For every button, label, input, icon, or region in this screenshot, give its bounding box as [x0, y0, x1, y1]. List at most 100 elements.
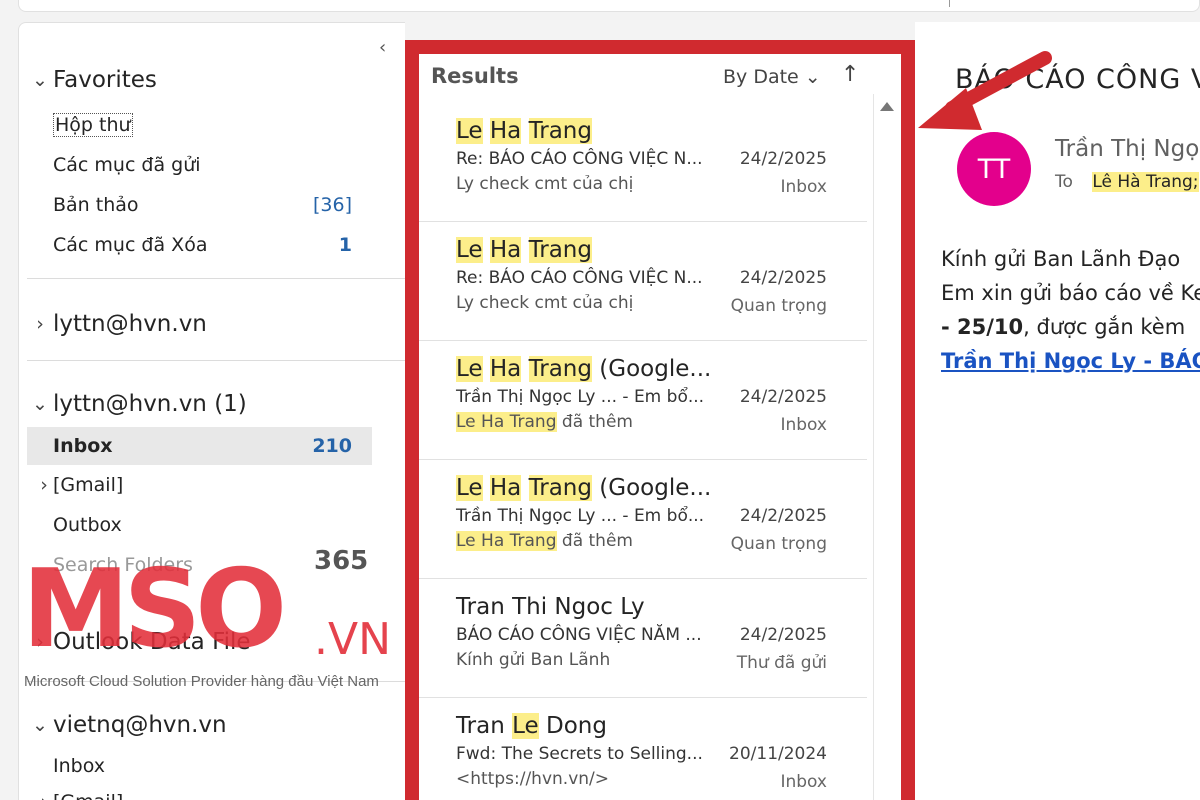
- chevron-down-icon: ⌄: [32, 714, 48, 736]
- folder-count: [36]: [312, 194, 352, 216]
- mail-subject: Fwd: The Secrets to Selling...: [456, 744, 703, 764]
- chevron-right-icon: ›: [35, 791, 53, 800]
- body-line: Kính gửi Ban Lãnh Đạo: [941, 247, 1181, 271]
- folder-cac-muc-da-gui[interactable]: Các mục đã gửi: [27, 146, 372, 184]
- mail-date: 24/2/2025: [739, 387, 827, 407]
- favorites-title: Favorites: [53, 67, 157, 93]
- annotation-arrow-icon: [918, 51, 1052, 130]
- chevron-right-icon: ›: [40, 474, 48, 496]
- account-header-3[interactable]: ⌄ vietnq@hvn.vn: [31, 712, 227, 738]
- mail-sender: Tran Thi Ngoc Ly: [456, 594, 645, 620]
- folder-ban-thao[interactable]: Bản thảo [36]: [27, 186, 372, 224]
- account-title: lyttn@hvn.vn (1): [53, 391, 247, 417]
- mail-folder: Quan trọng: [730, 296, 827, 316]
- to-label: To: [1055, 172, 1073, 192]
- mail-folder: Inbox: [780, 177, 827, 197]
- attachment-link[interactable]: Trần Thị Ngọc Ly - BÁO: [941, 344, 1200, 378]
- mail-preview: Kính gửi Ban Lãnh: [456, 650, 611, 670]
- mail-item[interactable]: Tran Le Dong Fwd: The Secrets to Selling…: [419, 699, 867, 800]
- mail-item[interactable]: Le Ha Trang Re: BÁO CÁO CÔNG VIỆC N... 2…: [419, 223, 867, 341]
- watermark: MSO 365 .VN Microsoft Cloud Solution Pro…: [22, 546, 402, 694]
- mail-preview: Ly check cmt của chị: [456, 293, 634, 313]
- folder-cac-muc-da-xoa[interactable]: Các mục đã Xóa 1: [27, 226, 372, 264]
- mail-subject: Trần Thị Ngọc Ly ... - Em bổ...: [456, 387, 705, 407]
- mail-subject: Re: BÁO CÁO CÔNG VIỆC N...: [456, 149, 703, 169]
- mail-sender: Le Ha Trang: [456, 237, 592, 263]
- mail-sender: Le Ha Trang (Google...: [456, 356, 712, 382]
- mail-subject: Re: BÁO CÁO CÔNG VIỆC N...: [456, 268, 703, 288]
- message-body: Kính gửi Ban Lãnh Đạo Em xin gửi báo cáo…: [941, 242, 1200, 378]
- mail-subject: Trần Thị Ngọc Ly ... - Em bổ...: [456, 506, 705, 526]
- folder-count: 210: [312, 435, 352, 457]
- mail-folder: Quan trọng: [730, 534, 827, 554]
- mail-item[interactable]: Le Ha Trang (Google... Trần Thị Ngọc Ly …: [419, 342, 867, 460]
- mail-date: 24/2/2025: [739, 268, 827, 288]
- account-header-2[interactable]: ⌄ lyttn@hvn.vn (1): [31, 391, 247, 417]
- sort-dropdown[interactable]: By Date ⌄: [723, 66, 821, 88]
- chevron-down-icon: ⌄: [32, 69, 48, 91]
- watermark-domain: .VN: [314, 614, 391, 665]
- scrollbar[interactable]: [873, 94, 901, 800]
- to-recipient[interactable]: Lê Hà Trang;: [1092, 172, 1199, 192]
- mail-preview: Le Ha Trang đã thêm: [456, 531, 633, 551]
- sort-label: By Date: [723, 66, 799, 88]
- watermark-logo: MSO: [22, 547, 287, 672]
- account-header-1[interactable]: › lyttn@hvn.vn: [31, 311, 207, 337]
- body-line: Em xin gửi báo cáo về Ke: [941, 281, 1200, 305]
- mail-sender: Tran Le Dong: [456, 713, 607, 739]
- sort-direction-icon[interactable]: ↑: [841, 62, 859, 87]
- mail-date: 24/2/2025: [739, 506, 827, 526]
- folder-inbox-vietnq[interactable]: Inbox: [27, 747, 372, 785]
- mail-sender: Le Ha Trang: [456, 118, 592, 144]
- mail-date: 24/2/2025: [739, 149, 827, 169]
- mail-date: 20/11/2024: [729, 744, 827, 764]
- folder-gmail-vietnq[interactable]: › [Gmail]: [27, 783, 372, 800]
- folder-inbox[interactable]: Inbox 210: [27, 427, 372, 465]
- chevron-right-icon: ›: [36, 313, 44, 335]
- mail-preview: <https://hvn.vn/>: [456, 769, 609, 789]
- results-header: Results By Date ⌄ ↑: [431, 62, 901, 94]
- mail-item[interactable]: Le Ha Trang Re: BÁO CÁO CÔNG VIỆC N... 2…: [419, 104, 867, 222]
- mail-preview: Le Ha Trang đã thêm: [456, 412, 633, 432]
- folder-label: Các mục đã gửi: [53, 154, 201, 176]
- top-bar: [18, 0, 1200, 12]
- body-line: - 25/10, được gắn kèm: [941, 315, 1186, 339]
- favorites-header[interactable]: ⌄ Favorites: [31, 67, 157, 93]
- mail-subject: BÁO CÁO CÔNG VIỆC NĂM ...: [456, 625, 702, 645]
- message-from[interactable]: Trần Thị Ngọc: [1055, 136, 1200, 162]
- chevron-down-icon: ⌄: [32, 393, 48, 415]
- folder-gmail[interactable]: › [Gmail]: [27, 466, 372, 504]
- folder-label: Hộp thư: [53, 113, 133, 137]
- scroll-up-icon[interactable]: [880, 102, 894, 111]
- mail-folder: Thư đã gửi: [736, 653, 827, 673]
- top-bar-mark: [949, 0, 950, 7]
- divider: [27, 278, 405, 279]
- folder-label: Các mục đã Xóa: [53, 234, 208, 256]
- account-title: vietnq@hvn.vn: [53, 712, 227, 738]
- divider: [27, 360, 405, 361]
- results-title: Results: [431, 64, 519, 88]
- folder-label: Bản thảo: [53, 194, 139, 216]
- watermark-365: 365: [314, 546, 369, 576]
- mail-preview: Ly check cmt của chị: [456, 174, 634, 194]
- mail-folder: Inbox: [780, 772, 827, 792]
- collapse-pane-icon[interactable]: ‹: [379, 37, 386, 58]
- mail-sender: Le Ha Trang (Google...: [456, 475, 712, 501]
- account-title: lyttn@hvn.vn: [53, 311, 207, 337]
- folder-label: [Gmail]: [53, 474, 124, 496]
- folder-label: [Gmail]: [53, 791, 123, 800]
- message-to: To Lê Hà Trang;: [1055, 172, 1199, 192]
- folder-hop-thu[interactable]: Hộp thư: [27, 106, 372, 144]
- results-pane: Results By Date ⌄ ↑ Le Ha Trang Re: BÁO …: [405, 40, 915, 800]
- mail-date: 24/2/2025: [739, 625, 827, 645]
- mail-folder: Inbox: [780, 415, 827, 435]
- chevron-down-icon: ⌄: [804, 66, 821, 88]
- folder-outbox[interactable]: Outbox: [27, 506, 372, 544]
- folder-count: 1: [338, 234, 352, 256]
- folder-label: Inbox: [53, 435, 113, 457]
- mail-item[interactable]: Le Ha Trang (Google... Trần Thị Ngọc Ly …: [419, 461, 867, 579]
- mail-item[interactable]: Tran Thi Ngoc Ly BÁO CÁO CÔNG VIỆC NĂM .…: [419, 580, 867, 698]
- folder-label: Inbox: [53, 755, 105, 777]
- folder-label: Outbox: [53, 514, 122, 536]
- watermark-tagline: Microsoft Cloud Solution Provider hàng đ…: [24, 673, 379, 690]
